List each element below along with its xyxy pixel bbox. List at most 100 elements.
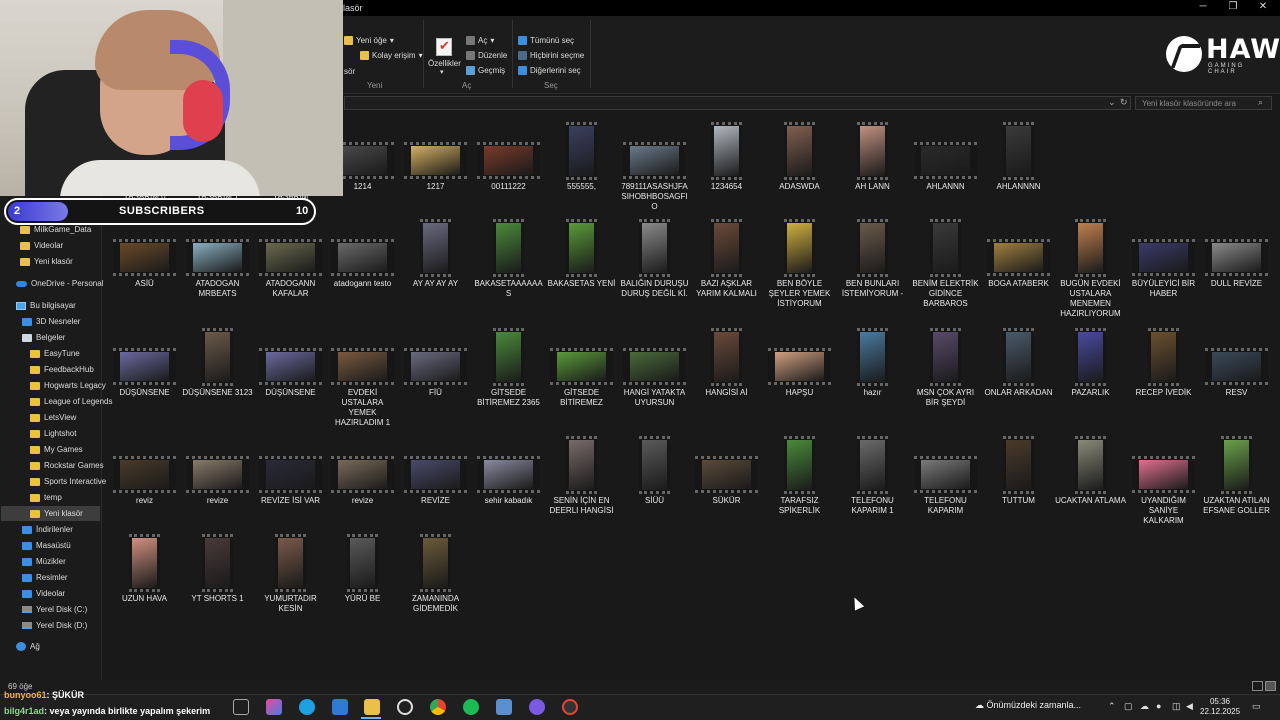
microphone-icon[interactable]: ● <box>1156 701 1161 711</box>
file-tile[interactable]: atadogann testo <box>326 215 399 289</box>
nav-item-this-pc[interactable]: Bu bilgisayar <box>16 298 76 313</box>
file-tile[interactable]: UZAKTAN ATILAN EFSANE GOLLER <box>1200 432 1273 516</box>
nav-item-3d-objects[interactable]: 3D Nesneler <box>22 314 80 329</box>
details-view-button[interactable] <box>1252 681 1263 691</box>
nav-item-feedbackhub[interactable]: FeedbackHub <box>30 362 94 377</box>
file-tile[interactable]: ASİÜ <box>108 215 181 289</box>
file-tile[interactable]: 789111ASASHJFASIHOBHBOSAGFIO <box>618 118 691 212</box>
xbox-icon[interactable] <box>397 699 413 715</box>
file-tile[interactable]: hazır <box>836 324 909 398</box>
file-tile[interactable]: AHLANNNN <box>982 118 1055 192</box>
clock[interactable]: 05:36 22.12.2025 <box>1200 697 1240 717</box>
file-tile[interactable]: AY AY AY AY <box>399 215 472 289</box>
mail-icon[interactable] <box>332 699 348 715</box>
nav-item-temp[interactable]: temp <box>30 490 62 505</box>
file-tile[interactable]: YUMURTADIR KESİN <box>254 530 327 614</box>
file-tile[interactable]: HANGİSİ Aİ <box>690 324 763 398</box>
nav-item-downloads[interactable]: İndirilenler <box>22 522 73 537</box>
copilot-icon[interactable] <box>266 699 282 715</box>
notifications-icon[interactable]: ▭ <box>1252 701 1261 712</box>
edit-button[interactable]: Düzenle <box>466 51 507 60</box>
close-button[interactable]: ✕ <box>1248 0 1278 16</box>
file-tile[interactable]: BEN BUNLARI İSTEMİYORUM - <box>836 215 909 299</box>
file-tile[interactable]: 00111222 <box>472 118 545 192</box>
nav-item-letsview[interactable]: LetsView <box>30 410 76 425</box>
properties-icon[interactable] <box>436 38 452 56</box>
spotify-icon[interactable] <box>463 699 479 715</box>
file-tile[interactable]: TELEFONU KAPARIM 1 <box>836 432 909 516</box>
file-tile[interactable]: BAKASETAAAAAAS <box>472 215 545 299</box>
nav-item-hogwarts-legacy[interactable]: Hogwarts Legacy <box>30 378 106 393</box>
network-status-icon[interactable]: ◫ <box>1172 701 1181 712</box>
file-tile[interactable]: reviz <box>108 432 181 506</box>
new-item-button[interactable]: Yeni öğe ▾ <box>344 36 394 45</box>
file-tile[interactable]: BAZI AŞKLAR YARIM KALMALI <box>690 215 763 299</box>
file-tile[interactable]: DÜŞÜNSENE <box>108 324 181 398</box>
search-icon[interactable]: ⌕ <box>1258 97 1263 108</box>
volume-icon[interactable]: ◀ <box>1186 701 1193 712</box>
restore-button[interactable]: ❐ <box>1218 0 1248 16</box>
minimize-button[interactable]: ─ <box>1188 0 1218 16</box>
file-tile[interactable]: GİTSEDE BİTİREMEZ 2365 <box>472 324 545 408</box>
file-tile[interactable]: SİÜÜ <box>618 432 691 506</box>
properties-dropdown-icon[interactable]: ▾ <box>440 68 444 76</box>
file-tile[interactable]: BEN BÖYLE ŞEYLER YEMEK İSTİYORUM <box>763 215 836 309</box>
file-explorer-icon[interactable] <box>364 699 380 715</box>
open-button[interactable]: Aç ▾ <box>466 36 494 45</box>
nav-item-disk-c[interactable]: Yerel Disk (C:) <box>22 602 87 617</box>
select-none-button[interactable]: Hiçbirini seçme <box>518 51 584 60</box>
file-tile[interactable]: YÜRÜ BE <box>326 530 399 604</box>
large-icons-view-button[interactable] <box>1265 681 1276 691</box>
nav-item-rockstar-games[interactable]: Rockstar Games <box>30 458 104 473</box>
nav-item-network[interactable]: Ağ <box>16 639 40 654</box>
file-tile[interactable]: DÜŞÜNSENE 3123 <box>181 324 254 398</box>
file-tile[interactable]: AH LANN <box>836 118 909 192</box>
weather-widget[interactable]: ☁ Önümüzdeki zamanla... <box>975 700 1081 711</box>
task-view-icon[interactable] <box>233 699 249 715</box>
tray-cloud-icon[interactable]: ☁ <box>1140 701 1149 712</box>
nav-item-pictures[interactable]: Resimler <box>22 570 68 585</box>
file-tile[interactable]: BÜYÜLEYİCİ BİR HABER <box>1127 215 1200 299</box>
nav-item-onedrive[interactable]: OneDrive - Personal <box>16 276 103 291</box>
nav-item-music[interactable]: Müzikler <box>22 554 66 569</box>
new-folder-label[interactable]: sör <box>344 67 355 76</box>
file-tile[interactable]: BOGA ATABERK <box>982 215 1055 289</box>
file-tile[interactable]: revize <box>326 432 399 506</box>
file-tile[interactable]: sehir kabadık <box>472 432 545 506</box>
nav-item-videolar[interactable]: Videolar <box>20 238 63 253</box>
nav-item-documents[interactable]: Belgeler <box>22 330 65 345</box>
file-tile[interactable]: BAKASETAS YENİ <box>545 215 618 289</box>
file-tile[interactable]: BENİM ELEKTRİK GİDİNCE BARBAROS <box>909 215 982 309</box>
address-history-chevron-icon[interactable]: ⌄ <box>1108 97 1116 108</box>
file-tile[interactable]: PAZARLIK <box>1054 324 1127 398</box>
file-tile[interactable]: REVİZE <box>399 432 472 506</box>
file-tile[interactable]: TUTTUM <box>982 432 1055 506</box>
tray-app-icon[interactable]: ▢ <box>1124 701 1133 712</box>
discord-icon[interactable] <box>529 699 545 715</box>
file-tile[interactable]: ONLAR ARKADAN <box>982 324 1055 398</box>
file-tile[interactable]: SENİN İÇİN EN DEERLI HANGİSİ <box>545 432 618 516</box>
nav-item-disk-d[interactable]: Yerel Disk (D:) <box>22 618 87 633</box>
obs-icon[interactable] <box>562 699 578 715</box>
file-tile[interactable]: SÜKÜR <box>690 432 763 506</box>
file-tile[interactable]: RESV <box>1200 324 1273 398</box>
file-tile[interactable]: ATADOGAN MRBEATS <box>181 215 254 299</box>
file-tile[interactable]: revize <box>181 432 254 506</box>
file-tile[interactable]: 1217 <box>399 118 472 192</box>
edge-icon[interactable] <box>299 699 315 715</box>
file-tile[interactable]: HANGİ YATAKTA UYURSUN <box>618 324 691 408</box>
nav-item-desktop[interactable]: Masaüstü <box>22 538 71 553</box>
file-tile[interactable]: EVDEKİ USTALARA YEMEK HAZIRLADIM 1 <box>326 324 399 428</box>
file-tile[interactable]: DÜŞÜNSENE <box>254 324 327 398</box>
file-tile[interactable]: HAPŞU <box>763 324 836 398</box>
file-tile[interactable]: AHLANNN <box>909 118 982 192</box>
file-tile[interactable]: TELEFONU KAPARIM <box>909 432 982 516</box>
file-tile[interactable]: RECEP İVEDİK <box>1127 324 1200 398</box>
steam-icon[interactable] <box>496 699 512 715</box>
nav-item-lightshot[interactable]: Lightshot <box>30 426 76 441</box>
nav-item-yeni-klasor-selected[interactable]: Yeni klasör <box>1 506 100 521</box>
invert-selection-button[interactable]: Diğerlerini seç <box>518 66 581 75</box>
nav-item-league-of-legends[interactable]: League of Legends <box>30 394 113 409</box>
file-tile[interactable]: UZUN HAVA <box>108 530 181 604</box>
file-tile[interactable]: REVİZE İSİ VAR <box>254 432 327 506</box>
